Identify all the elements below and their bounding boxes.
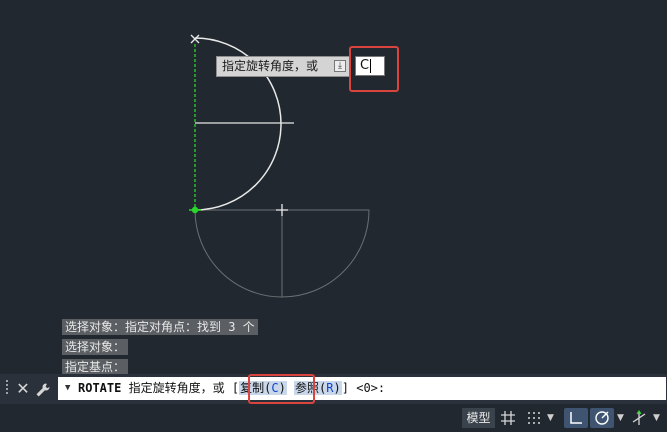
close-icon[interactable]: ✕ [14, 379, 32, 399]
snap-dropdown-icon[interactable]: ▼ [547, 408, 554, 428]
command-bar-grip[interactable] [4, 378, 10, 400]
dynamic-input-field[interactable]: C [355, 56, 385, 76]
dynamic-prompt-tooltip: 指定旋转角度，或 ⤓ [216, 56, 350, 77]
command-name: ROTATE [78, 381, 122, 395]
endpoint-x-marker [190, 34, 200, 44]
wrench-icon[interactable] [34, 379, 52, 399]
command-prompt: 指定旋转角度，或 [128, 381, 225, 395]
text-caret [370, 58, 372, 73]
history-line-2: 选择对象： [62, 336, 129, 355]
crosshair-cursor [276, 204, 288, 216]
download-icon[interactable]: ⤓ [334, 60, 346, 72]
tooltip-prompt: 指定旋转角度，或 [222, 59, 319, 73]
option-copy-highlight [248, 374, 315, 404]
ortho-icon[interactable] [564, 408, 588, 428]
history-line-1: 选择对象：指定对角点：找到 3 个 [62, 316, 258, 335]
grid-icon[interactable] [498, 408, 518, 428]
command-default: <0>: [356, 381, 386, 395]
base-point-marker [189, 206, 201, 214]
isodraft-icon[interactable] [628, 408, 650, 428]
isodraft-dropdown-icon[interactable]: ▼ [653, 408, 660, 428]
command-line-input[interactable]: ▼ ROTATE 指定旋转角度，或 [复制(C) 参照(R)] <0>: [58, 377, 666, 400]
snap-icon[interactable] [524, 408, 544, 428]
history-line-3: 指定基点： [62, 356, 129, 375]
polar-icon[interactable] [590, 408, 614, 428]
model-space-button[interactable]: 模型 [462, 408, 495, 428]
polar-dropdown-icon[interactable]: ▼ [617, 408, 624, 428]
command-history-dropdown-icon[interactable]: ▼ [65, 377, 70, 400]
dynamic-input-value: C [360, 58, 370, 73]
